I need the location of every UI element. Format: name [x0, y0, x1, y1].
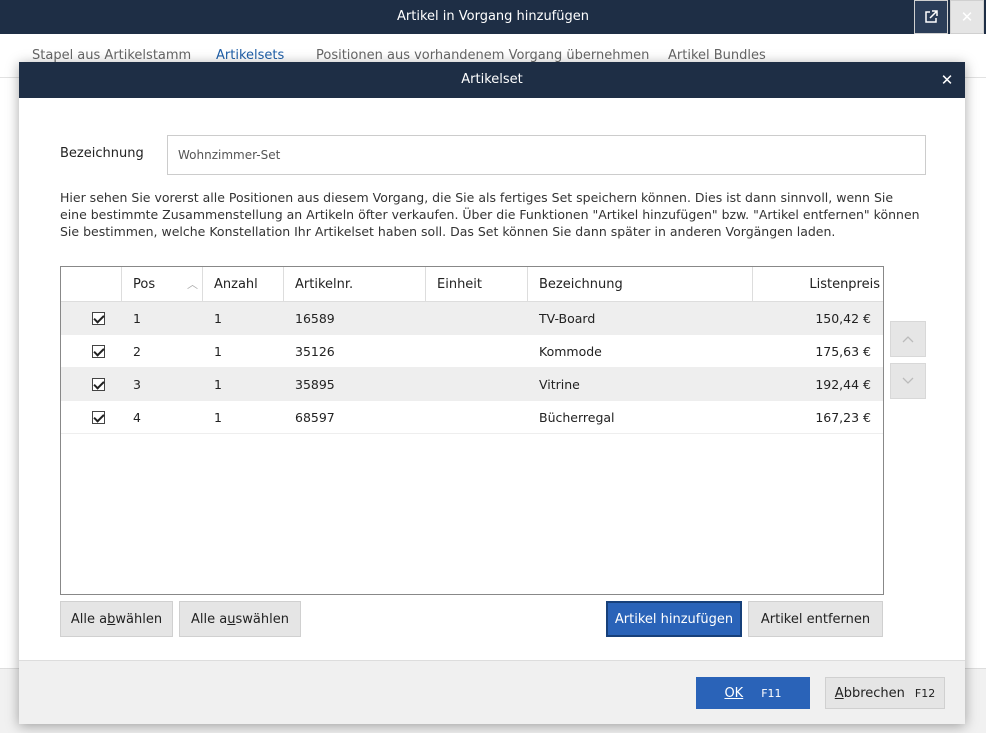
table-row[interactable]: 2 1 35126 Kommode 175,63 €: [61, 335, 883, 368]
chevron-down-icon: [902, 377, 914, 384]
bezeichnung-input[interactable]: [167, 135, 926, 175]
close-icon[interactable]: ✕: [950, 0, 984, 34]
dialog-titlebar: Artikelset ✕: [19, 62, 965, 98]
cell-bezeichnung: TV-Board: [539, 311, 596, 326]
cell-pos: 3: [133, 377, 141, 392]
window-title: Artikel in Vorgang hinzufügen: [397, 9, 589, 24]
bezeichnung-label: Bezeichnung: [60, 146, 144, 161]
cell-bezeichnung: Bücherregal: [539, 410, 615, 425]
cell-listenpreis: 175,63 €: [815, 344, 871, 359]
deselect-all-label: Alle abwählen: [70, 611, 163, 627]
table-row[interactable]: 4 1 68597 Bücherregal 167,23 €: [61, 401, 883, 434]
remove-article-button[interactable]: Artikel entfernen: [748, 601, 883, 637]
popout-icon[interactable]: [914, 0, 948, 34]
cell-artikelnr: 16589: [295, 311, 335, 326]
tab-artikel-bundles[interactable]: Artikel Bundles: [668, 48, 766, 63]
cell-listenpreis: 150,42 €: [815, 311, 871, 326]
article-table: Pos ︿ Anzahl Artikelnr. Einheit Bezeichn…: [60, 266, 884, 595]
cancel-shortcut: F12: [914, 686, 936, 700]
ok-label: OK: [724, 685, 744, 701]
dialog-footer: OK F11 Abbrechen F12: [19, 660, 965, 724]
header-einheit[interactable]: Einheit: [426, 267, 528, 302]
header-listenpreis[interactable]: Listenpreis: [753, 267, 883, 302]
description-text: Hier sehen Sie vorerst alle Positionen a…: [60, 190, 920, 239]
row-checkbox[interactable]: [92, 345, 105, 358]
cell-anzahl: 1: [214, 377, 222, 392]
table-header: Pos ︿ Anzahl Artikelnr. Einheit Bezeichn…: [61, 267, 883, 302]
cell-bezeichnung: Kommode: [539, 344, 602, 359]
ok-button[interactable]: OK F11: [696, 677, 810, 709]
cell-pos: 4: [133, 410, 141, 425]
table-row[interactable]: 1 1 16589 TV-Board 150,42 €: [61, 302, 883, 335]
ok-shortcut: F11: [761, 686, 782, 700]
tab-stapel-aus-artikelstamm[interactable]: Stapel aus Artikelstamm: [32, 48, 191, 63]
select-all-label: Alle auswählen: [191, 611, 289, 627]
tab-positionen-uebernehmen[interactable]: Positionen aus vorhandenem Vorgang übern…: [316, 48, 649, 63]
window-titlebar: Artikel in Vorgang hinzufügen ✕: [0, 0, 986, 34]
dialog-close-icon[interactable]: ✕: [930, 63, 964, 97]
header-artikelnr[interactable]: Artikelnr.: [284, 267, 426, 302]
cancel-label: Abbrechen: [834, 685, 905, 701]
cell-artikelnr: 35895: [295, 377, 335, 392]
cell-listenpreis: 167,23 €: [815, 410, 871, 425]
header-pos[interactable]: Pos ︿: [122, 267, 203, 302]
cancel-button[interactable]: Abbrechen F12: [825, 677, 945, 709]
header-anzahl[interactable]: Anzahl: [203, 267, 284, 302]
row-checkbox[interactable]: [92, 378, 105, 391]
cell-anzahl: 1: [214, 410, 222, 425]
cell-pos: 2: [133, 344, 141, 359]
header-checkbox-col: [61, 267, 122, 302]
cell-anzahl: 1: [214, 311, 222, 326]
select-all-button[interactable]: Alle auswählen: [179, 601, 301, 637]
tab-artikelsets[interactable]: Artikelsets: [216, 48, 284, 63]
header-bezeichnung[interactable]: Bezeichnung: [528, 267, 753, 302]
cell-pos: 1: [133, 311, 141, 326]
add-article-button[interactable]: Artikel hinzufügen: [606, 601, 742, 637]
artikelset-dialog: Artikelset ✕ Bezeichnung Hier sehen Sie …: [19, 62, 965, 724]
cell-listenpreis: 192,44 €: [815, 377, 871, 392]
table-row[interactable]: 3 1 35895 Vitrine 192,44 €: [61, 368, 883, 401]
cell-artikelnr: 68597: [295, 410, 335, 425]
move-down-button[interactable]: [890, 363, 926, 399]
deselect-all-button[interactable]: Alle abwählen: [60, 601, 173, 637]
cell-bezeichnung: Vitrine: [539, 377, 580, 392]
header-pos-label: Pos: [133, 277, 156, 292]
move-up-button[interactable]: [890, 321, 926, 357]
chevron-up-icon: [902, 336, 914, 343]
cell-anzahl: 1: [214, 344, 222, 359]
row-checkbox[interactable]: [92, 312, 105, 325]
sort-ascending-icon: ︿: [187, 278, 198, 291]
dialog-title: Artikelset: [461, 72, 523, 87]
row-checkbox[interactable]: [92, 411, 105, 424]
cell-artikelnr: 35126: [295, 344, 335, 359]
